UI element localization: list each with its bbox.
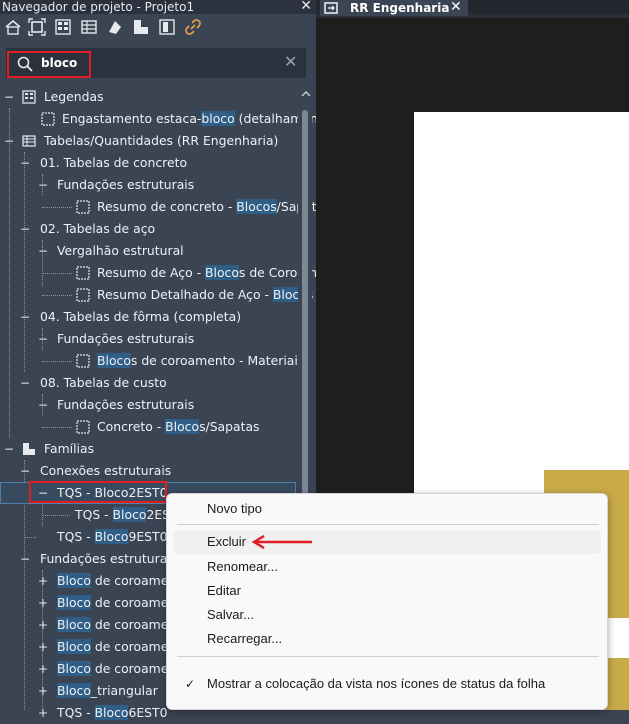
search-icon [17, 56, 33, 72]
schedule-icon [22, 135, 36, 147]
view-icon [76, 354, 90, 368]
tree-label: Fundações estruturais [40, 551, 178, 566]
collapse-icon[interactable]: − [38, 328, 48, 350]
menu-separator [177, 524, 599, 525]
tree-label: 01. Tabelas de concreto [40, 155, 188, 170]
expand-icon[interactable]: + [38, 702, 48, 724]
check-icon: ✓ [185, 677, 196, 691]
expand-icon[interactable]: + [38, 658, 48, 680]
annotation-arrow-icon [252, 535, 312, 549]
tree-label: Fundações estruturais [57, 397, 195, 412]
view-icon [76, 200, 90, 214]
collapse-icon[interactable]: − [4, 130, 14, 152]
tree-label: Conexões estruturais [40, 463, 172, 478]
selection-highlight-box [29, 481, 167, 503]
zoom-fit-icon[interactable] [28, 18, 46, 36]
search-input[interactable]: bloco [41, 56, 77, 70]
home-view-icon[interactable] [4, 18, 22, 36]
menu-item-salvar[interactable]: Salvar... [173, 603, 601, 627]
tree-label: Concreto - Blocos/Sapatas [97, 419, 260, 434]
tree-label: Engastamento estaca-bloco (detalhamento [62, 111, 331, 126]
menu-item-renomear[interactable]: Renomear... [173, 555, 601, 579]
expand-icon[interactable]: + [38, 636, 48, 658]
menu-item-recarregar[interactable]: Recarregar... [173, 627, 601, 651]
tree-label: Legendas [44, 89, 104, 104]
tree-label: Resumo de concreto - Blocos/Sapatas [97, 199, 331, 214]
collapse-icon[interactable]: − [20, 218, 30, 240]
menu-item-excluir[interactable]: Excluir [173, 530, 601, 554]
clear-search-icon[interactable]: ✕ [284, 54, 297, 70]
tree-label: Tabelas/Quantidades (RR Engenharia) [44, 133, 279, 148]
tree-label: Famílias [44, 441, 95, 456]
menu-item-editar[interactable]: Editar [173, 579, 601, 603]
expand-icon[interactable]: + [38, 614, 48, 636]
collapse-icon[interactable]: − [20, 548, 30, 570]
collapse-icon[interactable]: − [38, 174, 48, 196]
menu-item-label: Mostrar a colocação da vista nos ícones … [207, 676, 546, 691]
collapse-icon[interactable]: − [38, 240, 48, 262]
family-icon [23, 443, 35, 455]
tree-label: Vergalhão estrutural [57, 243, 184, 258]
collapse-icon[interactable]: − [20, 460, 30, 482]
expand-icon[interactable]: + [38, 570, 48, 592]
tree-label: Bloco_triangular [57, 683, 158, 698]
legend-icon [22, 90, 36, 104]
tree-label: TQS - Bloco9EST0 [57, 529, 168, 544]
sheet-tab-icon [324, 2, 338, 14]
menu-separator [177, 656, 599, 657]
browser-toolbar [0, 16, 316, 40]
tree-label: 02. Tabelas de aço [40, 221, 156, 236]
close-tab-icon[interactable]: ✕ [450, 0, 462, 15]
panel-title-bar: Navegador de projeto - Projeto1 ✕ [0, 0, 316, 14]
family-icon[interactable] [132, 18, 150, 36]
tree-label: Fundações estruturais [57, 177, 195, 192]
view-icon [76, 266, 90, 280]
tree-label: Resumo Detalhado de Aço - Blocos [97, 287, 313, 302]
collapse-icon[interactable]: − [4, 438, 14, 460]
view-icon [76, 288, 90, 302]
tree-label: TQS - Bloco6EST0 [57, 705, 168, 720]
context-menu: Novo tipo Excluir Renomear... Editar Sal… [166, 493, 608, 710]
group-icon[interactable] [158, 18, 176, 36]
tree-label: 08. Tabelas de custo [40, 375, 167, 390]
collapse-icon[interactable]: − [38, 394, 48, 416]
view-icon [76, 420, 90, 434]
menu-item-mostrar-colocacao[interactable]: ✓ Mostrar a colocação da vista nos ícone… [173, 672, 601, 696]
view-icon [41, 112, 55, 126]
collapse-icon[interactable]: − [20, 152, 30, 174]
tab-label: RR Engenharia [350, 1, 450, 15]
legend-grid-icon[interactable] [54, 18, 72, 36]
tree-label: Blocos de coroamento - Materiais [97, 353, 305, 368]
tree-label: Fundações estruturais [57, 331, 195, 346]
tab-rr-engenharia[interactable]: RR Engenharia ✕ [320, 0, 468, 16]
table-icon[interactable] [80, 18, 98, 36]
panel-title: Navegador de projeto - Projeto1 [2, 0, 195, 14]
collapse-icon[interactable]: − [20, 372, 30, 394]
menu-item-novo-tipo[interactable]: Novo tipo [173, 497, 601, 521]
link-icon[interactable] [184, 18, 202, 36]
close-icon[interactable]: ✕ [300, 0, 312, 13]
tree-label: 04. Tabelas de fôrma (completa) [40, 309, 242, 324]
expand-icon[interactable]: + [38, 680, 48, 702]
collapse-icon[interactable]: − [4, 86, 14, 108]
collapse-icon[interactable]: − [20, 306, 30, 328]
sheet-icon[interactable] [106, 18, 124, 36]
expand-icon[interactable]: + [38, 592, 48, 614]
chevron-up-icon[interactable] [301, 90, 311, 98]
